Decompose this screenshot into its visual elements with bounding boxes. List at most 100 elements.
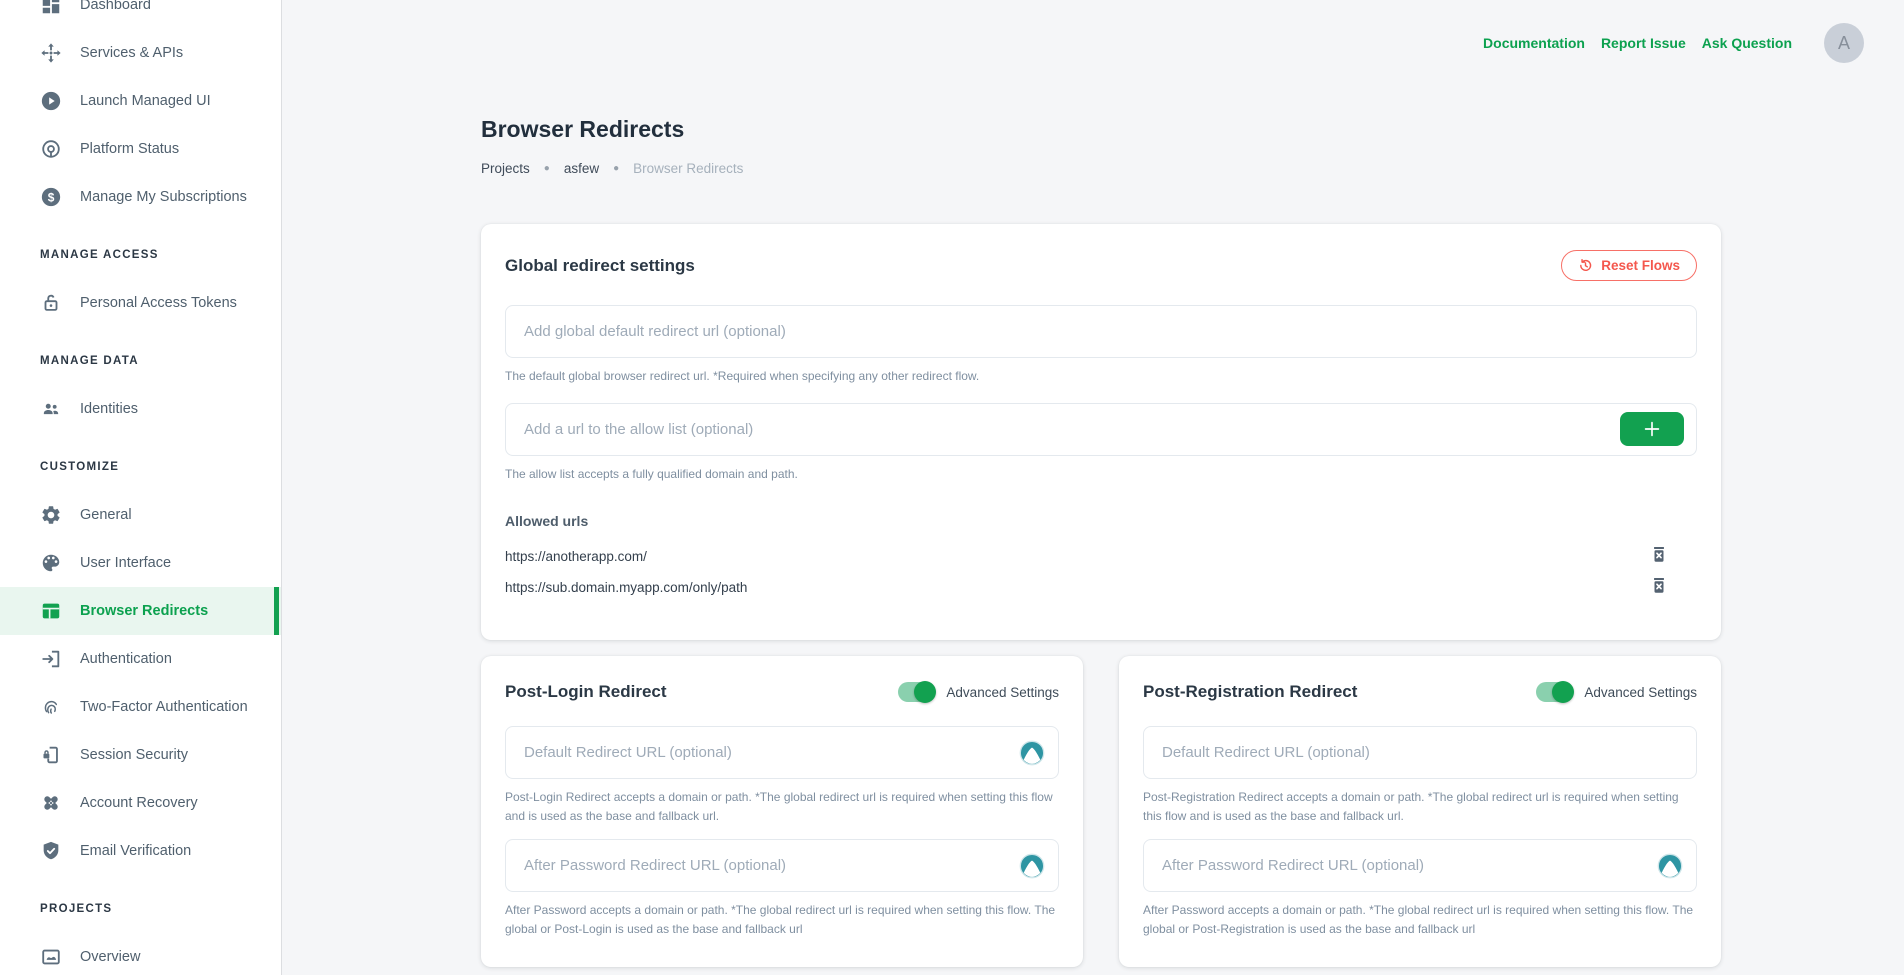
global-redirect-settings-card: Global redirect settings Reset Flows The… xyxy=(481,224,1721,640)
status-icon xyxy=(40,138,62,160)
allowed-url-row: https://anotherapp.com/ xyxy=(505,545,1697,567)
advanced-settings-label: Advanced Settings xyxy=(946,685,1059,700)
browser-icon xyxy=(40,600,62,622)
gear-icon xyxy=(40,504,62,526)
add-url-button[interactable] xyxy=(1620,412,1684,446)
sidebar-item-email-verification[interactable]: Email Verification xyxy=(0,827,281,875)
lock-open-icon xyxy=(40,292,62,314)
sidebar-item-personal-access-tokens[interactable]: Personal Access Tokens xyxy=(0,279,281,327)
people-icon xyxy=(40,398,62,420)
advanced-settings-label: Advanced Settings xyxy=(1584,685,1697,700)
breadcrumb-separator: ● xyxy=(613,163,619,174)
svg-text:$: $ xyxy=(48,191,55,205)
services-icon xyxy=(40,42,62,64)
topbar: Documentation Report Issue Ask Question … xyxy=(282,0,1904,86)
post-login-default-redirect-helper: Post-Login Redirect accepts a domain or … xyxy=(505,788,1059,825)
plus-icon xyxy=(1641,418,1663,440)
breadcrumb: Projects ● asfew ● Browser Redirects xyxy=(481,161,1721,176)
sidebar-item-label: Two-Factor Authentication xyxy=(80,699,248,715)
sidebar-item-platform-status[interactable]: Platform Status xyxy=(0,125,281,173)
sidebar-nav-list: Dashboard Services & APIs Launch Managed… xyxy=(0,0,281,975)
post-login-after-password-helper: After Password accepts a domain or path.… xyxy=(505,901,1059,938)
sidebar: Dashboard Services & APIs Launch Managed… xyxy=(0,0,282,975)
sidebar-item-manage-subscriptions[interactable]: $ Manage My Subscriptions xyxy=(0,173,281,221)
sidebar-item-label: Manage My Subscriptions xyxy=(80,189,247,205)
breadcrumb-project-name[interactable]: asfew xyxy=(564,161,599,176)
sidebar-item-label: Dashboard xyxy=(80,0,151,13)
shield-check-icon xyxy=(40,840,62,862)
sidebar-item-label: Launch Managed UI xyxy=(80,93,211,109)
sidebar-item-label: Personal Access Tokens xyxy=(80,295,237,311)
post-registration-default-redirect-input[interactable] xyxy=(1143,726,1697,779)
global-default-redirect-helper: The default global browser redirect url.… xyxy=(505,367,1697,386)
post-login-after-password-input[interactable] xyxy=(505,839,1059,892)
breadcrumb-current: Browser Redirects xyxy=(633,161,743,176)
sidebar-item-label: Identities xyxy=(80,401,138,417)
fingerprint-icon xyxy=(40,696,62,718)
documentation-link[interactable]: Documentation xyxy=(1483,35,1585,51)
allowed-url-row: https://sub.domain.myapp.com/only/path xyxy=(505,576,1697,598)
sidebar-item-authentication[interactable]: Authentication xyxy=(0,635,281,683)
sidebar-item-session-security[interactable]: Session Security xyxy=(0,731,281,779)
ask-question-link[interactable]: Ask Question xyxy=(1702,35,1792,51)
delete-url-button[interactable] xyxy=(1649,576,1669,598)
sidebar-item-label: Account Recovery xyxy=(80,795,198,811)
reset-flows-button[interactable]: Reset Flows xyxy=(1561,250,1697,281)
allow-list-helper: The allow list accepts a fully qualified… xyxy=(505,465,1697,484)
sidebar-item-overview[interactable]: Overview xyxy=(0,933,281,975)
toggle-knob xyxy=(914,681,936,703)
report-issue-link[interactable]: Report Issue xyxy=(1601,35,1686,51)
palette-icon xyxy=(40,552,62,574)
post-login-default-redirect-input[interactable] xyxy=(505,726,1059,779)
post-registration-after-password-helper: After Password accepts a domain or path.… xyxy=(1143,901,1697,938)
page-content: Browser Redirects Projects ● asfew ● Bro… xyxy=(282,116,1721,967)
allowed-urls-title: Allowed urls xyxy=(505,513,1697,529)
post-registration-default-redirect-helper: Post-Registration Redirect accepts a dom… xyxy=(1143,788,1697,825)
allowed-url-text: https://anotherapp.com/ xyxy=(505,549,647,564)
sidebar-item-launch-managed-ui[interactable]: Launch Managed UI xyxy=(0,77,281,125)
advanced-settings-toggle[interactable] xyxy=(898,682,934,702)
dashboard-icon xyxy=(40,0,62,16)
post-registration-after-password-input[interactable] xyxy=(1143,839,1697,892)
history-icon xyxy=(1578,258,1593,273)
breadcrumb-projects[interactable]: Projects xyxy=(481,161,530,176)
sidebar-item-two-factor-authentication[interactable]: Two-Factor Authentication xyxy=(0,683,281,731)
allow-list-input[interactable] xyxy=(505,403,1697,456)
sidebar-item-user-interface[interactable]: User Interface xyxy=(0,539,281,587)
sidebar-section-customize: CUSTOMIZE xyxy=(0,443,281,491)
advanced-settings-toggle[interactable] xyxy=(1536,682,1572,702)
page-title: Browser Redirects xyxy=(481,116,1721,143)
sidebar-item-dashboard[interactable]: Dashboard xyxy=(0,0,281,29)
post-login-redirect-card: Post-Login Redirect Advanced Settings Po… xyxy=(481,656,1083,966)
delete-url-button[interactable] xyxy=(1649,545,1669,567)
sidebar-item-services-apis[interactable]: Services & APIs xyxy=(0,29,281,77)
sidebar-item-label: User Interface xyxy=(80,555,171,571)
sidebar-item-general[interactable]: General xyxy=(0,491,281,539)
bandage-icon xyxy=(40,792,62,814)
post-registration-redirect-card: Post-Registration Redirect Advanced Sett… xyxy=(1119,656,1721,966)
sidebar-item-label: Email Verification xyxy=(80,843,191,859)
sidebar-item-identities[interactable]: Identities xyxy=(0,385,281,433)
sidebar-item-label: Session Security xyxy=(80,747,188,763)
flow-cards-row: Post-Login Redirect Advanced Settings Po… xyxy=(481,656,1721,966)
global-card-title: Global redirect settings xyxy=(505,256,695,276)
sidebar-item-account-recovery[interactable]: Account Recovery xyxy=(0,779,281,827)
global-default-redirect-input[interactable] xyxy=(505,305,1697,358)
post-login-card-title: Post-Login Redirect xyxy=(505,682,667,702)
sidebar-section-manage-access: MANAGE ACCESS xyxy=(0,231,281,279)
avatar[interactable]: A xyxy=(1824,23,1864,63)
reset-flows-label: Reset Flows xyxy=(1601,258,1680,273)
login-icon xyxy=(40,648,62,670)
toggle-knob xyxy=(1552,681,1574,703)
sidebar-item-label: Overview xyxy=(80,949,140,965)
image-icon xyxy=(40,946,62,968)
allowed-url-text: https://sub.domain.myapp.com/only/path xyxy=(505,580,747,595)
post-registration-card-title: Post-Registration Redirect xyxy=(1143,682,1357,702)
breadcrumb-separator: ● xyxy=(544,163,550,174)
sidebar-item-browser-redirects[interactable]: Browser Redirects xyxy=(0,587,281,635)
dollar-circle-icon: $ xyxy=(40,186,62,208)
app-window: Dashboard Services & APIs Launch Managed… xyxy=(0,0,1904,975)
sidebar-section-manage-data: MANAGE DATA xyxy=(0,337,281,385)
sidebar-item-label: Browser Redirects xyxy=(80,603,208,619)
sidebar-item-label: Authentication xyxy=(80,651,172,667)
